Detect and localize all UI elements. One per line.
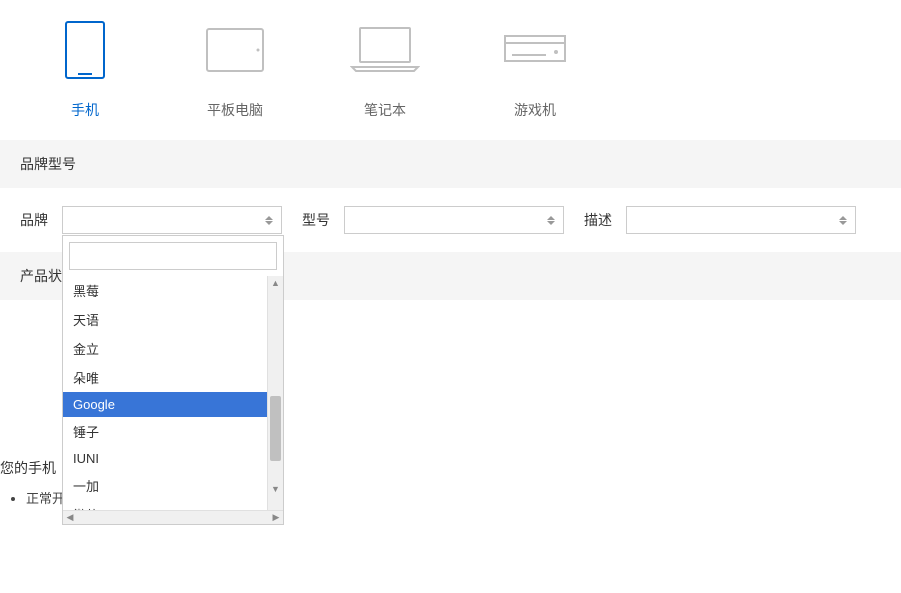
- sort-icon: [265, 216, 273, 225]
- phone-icon: [65, 20, 105, 80]
- desc-select[interactable]: [626, 206, 856, 234]
- model-field: 型号: [302, 206, 564, 234]
- category-phone[interactable]: 手机: [40, 20, 130, 120]
- brand-field: 品牌 黑莓天语金立朵唯Google锤子IUNI一加微软 ▲ ▼: [20, 206, 282, 234]
- desc-label: 描述: [584, 210, 614, 230]
- dropdown-scrollbar[interactable]: ▲ ▼: [267, 276, 283, 510]
- brand-option[interactable]: 微软: [63, 500, 267, 510]
- brand-options-list: 黑莓天语金立朵唯Google锤子IUNI一加微软: [63, 276, 267, 510]
- brand-option[interactable]: 金立: [63, 334, 267, 363]
- category-console[interactable]: 游戏机: [490, 20, 580, 120]
- category-tabs: 手机 平板电脑 笔记本 游戏机: [0, 0, 901, 140]
- category-laptop[interactable]: 笔记本: [340, 20, 430, 120]
- scroll-down-icon[interactable]: ▼: [268, 482, 283, 496]
- category-tablet[interactable]: 平板电脑: [190, 20, 280, 120]
- laptop-icon: [350, 20, 420, 80]
- dropdown-search-wrap: [63, 236, 283, 276]
- category-label: 笔记本: [364, 100, 406, 120]
- brand-option[interactable]: IUNI: [63, 446, 267, 471]
- scroll-thumb[interactable]: [270, 396, 281, 461]
- brand-option[interactable]: 天语: [63, 305, 267, 334]
- category-label: 手机: [71, 100, 99, 120]
- scroll-up-icon[interactable]: ▲: [268, 276, 283, 290]
- brand-search-input[interactable]: [69, 242, 277, 270]
- category-label: 平板电脑: [207, 100, 263, 120]
- sort-icon: [547, 216, 555, 225]
- brand-model-row: 品牌 黑莓天语金立朵唯Google锤子IUNI一加微软 ▲ ▼: [0, 188, 901, 252]
- console-icon: [504, 20, 566, 80]
- desc-field: 描述: [584, 206, 856, 234]
- dropdown-h-scrollbar[interactable]: ◀ ▶: [63, 510, 283, 524]
- brand-option[interactable]: 一加: [63, 471, 267, 500]
- scroll-right-icon[interactable]: ▶: [269, 511, 283, 524]
- category-label: 游戏机: [514, 100, 556, 120]
- brand-dropdown-panel: 黑莓天语金立朵唯Google锤子IUNI一加微软 ▲ ▼ ◀ ▶: [62, 235, 284, 525]
- brand-option[interactable]: 朵唯: [63, 363, 267, 392]
- model-select[interactable]: [344, 206, 564, 234]
- scroll-left-icon[interactable]: ◀: [63, 511, 77, 524]
- model-label: 型号: [302, 210, 332, 230]
- brand-select[interactable]: 黑莓天语金立朵唯Google锤子IUNI一加微软 ▲ ▼ ◀ ▶: [62, 206, 282, 234]
- section-product-status-text: 产品状: [20, 268, 62, 284]
- brand-option[interactable]: 黑莓: [63, 276, 267, 305]
- brand-option[interactable]: Google: [63, 392, 267, 417]
- section-brand-model: 品牌型号: [0, 140, 901, 188]
- sort-icon: [839, 216, 847, 225]
- brand-option[interactable]: 锤子: [63, 417, 267, 446]
- tablet-icon: [206, 20, 264, 80]
- brand-label: 品牌: [20, 210, 50, 230]
